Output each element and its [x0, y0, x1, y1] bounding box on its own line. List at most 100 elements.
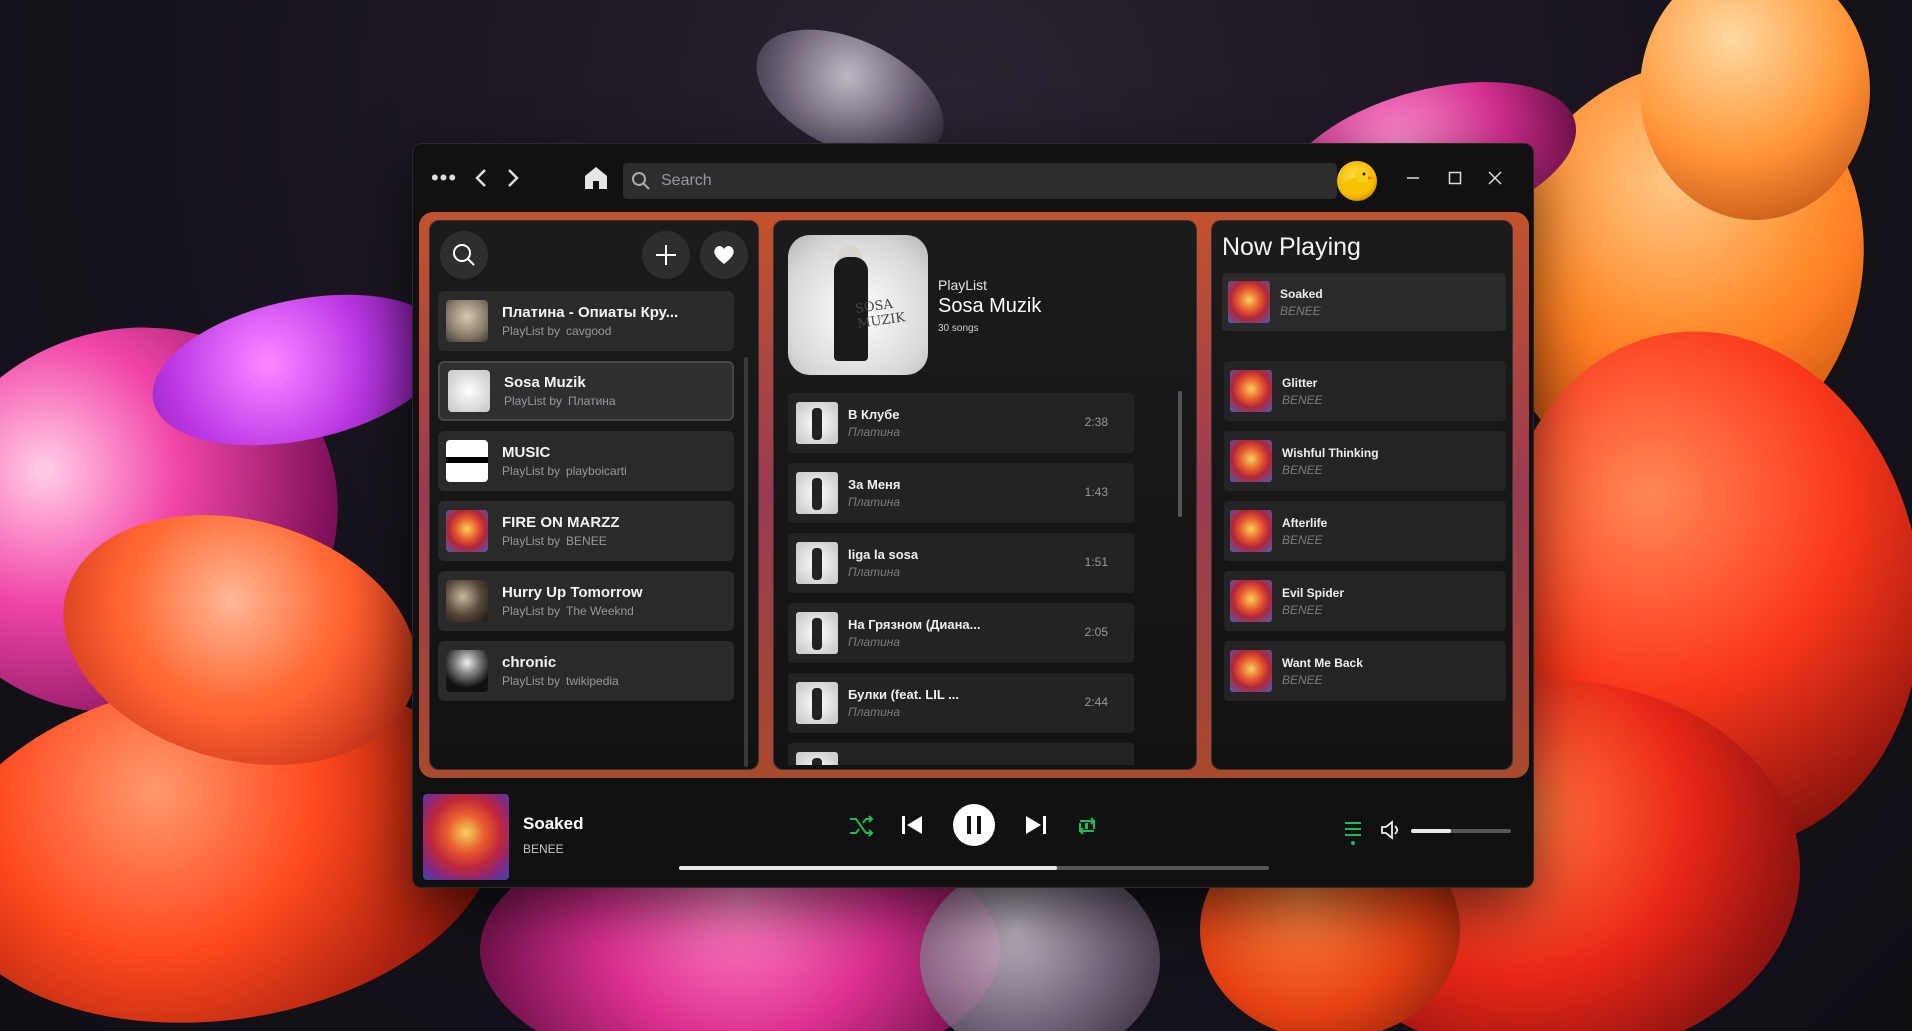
previous-track-icon[interactable] [897, 810, 927, 840]
track-row[interactable]: На Грязном (Диана... Платина 2:05 [788, 603, 1134, 663]
playlist-cover [446, 300, 488, 342]
current-artist: BENEE [1280, 303, 1321, 318]
heart-icon [714, 246, 734, 264]
playlist-item[interactable]: chronic PlayList by twikipedia [438, 641, 734, 701]
track-title: Булки (feat. LIL ... [848, 687, 959, 702]
track-row-partial[interactable] [788, 743, 1134, 765]
user-avatar[interactable] [1337, 161, 1377, 201]
library-search-button[interactable] [440, 231, 488, 279]
track-cover [1230, 510, 1272, 552]
content-frame: Платина - Опиаты Кру... PlayList by cavgo… [419, 212, 1529, 778]
track-row[interactable]: В Клубе Платина 2:38 [788, 393, 1134, 453]
track-cover [1230, 580, 1272, 622]
queue-item[interactable]: Afterlife BENEE [1224, 501, 1506, 561]
playlist-by-label: PlayList by [502, 324, 561, 338]
playlist-cover [446, 650, 488, 692]
playlist-title: Платина - Опиаты Кру... [502, 304, 679, 321]
playlist-title: chronic [502, 654, 557, 671]
player-song-title[interactable]: Soaked [523, 814, 583, 834]
close-icon[interactable] [1483, 166, 1507, 190]
track-artist: Платина [848, 425, 901, 439]
track-row[interactable]: liga la sosa Платина 1:51 [788, 533, 1134, 593]
now-playing-panel: Now Playing Soaked BENEE Glitter BENEE W… [1211, 220, 1513, 770]
queue-artist: BENEE [1282, 672, 1323, 687]
queue-item[interactable]: Evil Spider BENEE [1224, 571, 1506, 631]
playlist-item[interactable]: Hurry Up Tomorrow PlayList by The Weeknd [438, 571, 734, 631]
playlist-by-label: PlayList by [502, 534, 561, 548]
track-artist: Платина [848, 565, 901, 579]
track-cover [796, 472, 838, 514]
pause-icon [967, 816, 981, 834]
playback-progress-bar[interactable] [679, 866, 1269, 870]
volume-slider[interactable] [1411, 829, 1511, 833]
track-cover [796, 542, 838, 584]
queue-song: Glitter [1282, 375, 1318, 390]
search-input[interactable] [661, 172, 1301, 190]
playlist-owner: cavgood [566, 324, 612, 338]
queue-song: Want Me Back [1282, 655, 1363, 670]
track-cover [796, 682, 838, 724]
playlist-item[interactable]: MUSIC PlayList by playboicarti [438, 431, 734, 491]
now-playing-cover[interactable] [423, 794, 509, 880]
add-playlist-button[interactable] [642, 231, 690, 279]
playlist-title: Sosa Muzik [504, 374, 586, 391]
more-options-icon[interactable]: ••• [429, 165, 459, 190]
queue-item[interactable]: Wishful Thinking BENEE [1224, 431, 1506, 491]
pause-button[interactable] [953, 804, 995, 846]
playlist-by-label: PlayList by [502, 674, 561, 688]
playback-progress-fill [679, 866, 1057, 870]
queue-song: Wishful Thinking [1282, 445, 1379, 460]
back-arrow-icon[interactable] [469, 166, 493, 190]
track-row[interactable]: Булки (feat. LIL ... Платина 2:44 [788, 673, 1134, 733]
title-bar: ••• [413, 144, 1533, 212]
queue-song: Afterlife [1282, 515, 1328, 530]
playlist-panel: SOSA MUZIK PlayList Sosa Muzik 30 songs … [773, 220, 1197, 770]
playlist-item[interactable]: Платина - Опиаты Кру... PlayList by cavgo… [438, 291, 734, 351]
queue-artist: BENEE [1282, 532, 1323, 547]
playlist-item[interactable]: FIRE ON MARZZ PlayList by BENEE [438, 501, 734, 561]
track-duration: 2:38 [1084, 415, 1108, 429]
playlist-cover-art: SOSA MUZIK [788, 235, 928, 375]
playlist-cover [446, 580, 488, 622]
next-track-icon[interactable] [1021, 810, 1051, 840]
playlist-owner: Платина [568, 394, 616, 408]
home-icon[interactable] [581, 164, 611, 192]
volume-icon[interactable] [1379, 818, 1403, 842]
track-duration: 1:51 [1084, 555, 1108, 569]
playlist-owner: twikipedia [566, 674, 619, 688]
playlist-title: FIRE ON MARZZ [502, 514, 620, 531]
queue-artist: BENEE [1282, 392, 1323, 407]
track-title: За Меня [848, 477, 901, 492]
playlist-item-active[interactable]: Sosa Muzik PlayList by Платина [438, 361, 734, 421]
maximize-icon[interactable] [1443, 166, 1467, 190]
playlist-name: Sosa Muzik [938, 295, 1042, 317]
now-playing-current[interactable]: Soaked BENEE [1222, 273, 1506, 331]
track-cover [1230, 650, 1272, 692]
minimize-icon[interactable] [1401, 166, 1425, 190]
queue-artist: BENEE [1282, 462, 1323, 477]
playlist-song-count: 30 songs [938, 323, 979, 334]
shuffle-icon[interactable] [847, 812, 875, 840]
track-artist: Платина [848, 495, 901, 509]
search-icon [632, 172, 650, 190]
track-cover [1228, 281, 1270, 323]
track-duration: 2:44 [1084, 695, 1108, 709]
library-scrollbar[interactable] [744, 357, 748, 767]
tracklist-scrollbar[interactable] [1178, 391, 1182, 517]
player-artist[interactable]: BENEE [523, 842, 564, 856]
playlist-cover [446, 510, 488, 552]
playlist-title: Hurry Up Tomorrow [502, 584, 643, 601]
queue-song: Evil Spider [1282, 585, 1345, 600]
playlist-list: Платина - Опиаты Кру... PlayList by cavgo… [438, 291, 738, 711]
forward-arrow-icon[interactable] [501, 166, 525, 190]
queue-item[interactable]: Glitter BENEE [1224, 361, 1506, 421]
search-icon [453, 244, 475, 266]
repeat-icon[interactable] [1073, 812, 1101, 840]
queue-artist: BENEE [1282, 602, 1323, 617]
track-row[interactable]: За Меня Платина 1:43 [788, 463, 1134, 523]
liked-songs-button[interactable] [700, 231, 748, 279]
track-cover [796, 752, 838, 765]
queue-icon[interactable] [1341, 818, 1365, 848]
queue-item[interactable]: Want Me Back BENEE [1224, 641, 1506, 701]
library-panel: Платина - Опиаты Кру... PlayList by cavgo… [429, 220, 759, 770]
